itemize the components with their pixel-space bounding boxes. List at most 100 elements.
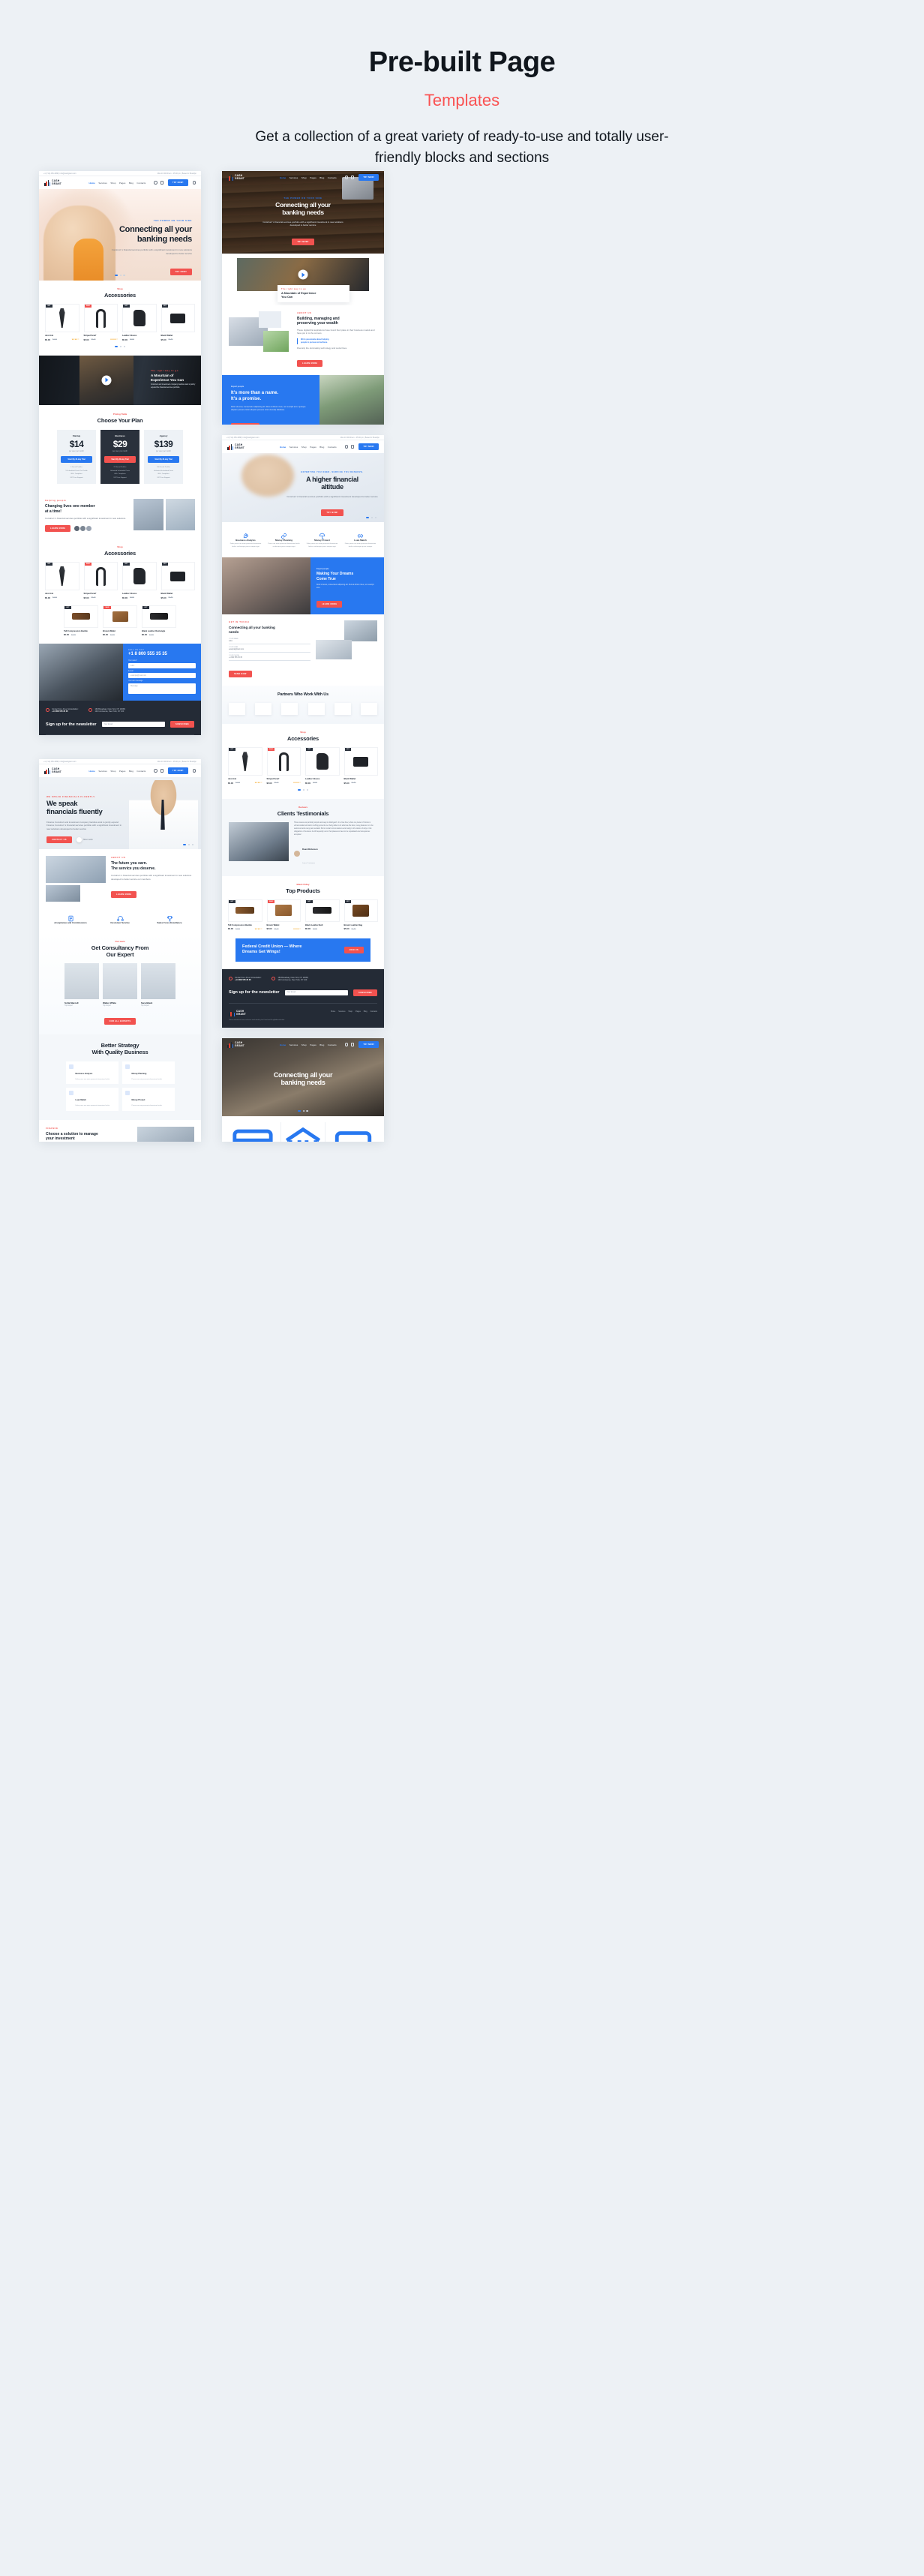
product-card[interactable]: HOT Black Leather Belt $5.00 $7.50	[305, 899, 340, 930]
nav-link-home[interactable]: Home	[89, 182, 95, 185]
brand-logo[interactable]: CASH GRANT	[227, 443, 244, 450]
strategy-tile[interactable]: Money Protect Purus non enim praesent el…	[122, 1088, 175, 1111]
name-input[interactable]: John	[229, 640, 310, 645]
product-card[interactable]: HOT Tall Compression Buckle $5.00 $7.00	[64, 605, 98, 636]
nav-link-shop[interactable]: Shop	[110, 182, 116, 185]
footer-logo[interactable]: CASH GRANT	[229, 1010, 289, 1016]
newsletter-subscribe-button[interactable]: SUBSCRIBE	[353, 989, 377, 996]
hero-cta-button[interactable]: TRY NOW!	[292, 238, 314, 245]
cart-icon[interactable]	[351, 176, 355, 179]
nav-links[interactable]: Home Services Shop Pages Blog Contacts	[280, 446, 337, 449]
team-member[interactable]: Sofia Marcell Top Expert	[64, 963, 99, 1007]
strategy-tile[interactable]: Money Planning Purus non enim praesent e…	[122, 1061, 175, 1085]
nav-icons[interactable]	[154, 181, 164, 185]
service-item[interactable]: Money Planning Purus non enim praesent e…	[267, 530, 302, 548]
feature-item[interactable]: Acceptance and Commissions	[53, 912, 88, 924]
footer-consult-phone[interactable]: +1 8 800 555 35 35	[235, 979, 251, 981]
quick-link-item[interactable]: Personal Loans	[332, 1122, 375, 1142]
footer-link-home[interactable]: Home	[331, 1010, 335, 1013]
nav-link-contacts[interactable]: Contacts	[328, 446, 337, 449]
footer-link-contacts[interactable]: Contacts	[370, 1010, 377, 1013]
nav-cta-button[interactable]: TRY NOW!	[358, 443, 379, 450]
nav-link-pages[interactable]: Pages	[310, 1043, 316, 1046]
product-card[interactable]: HOT Just Ask $5.00 $7.00 ★★★★☆	[228, 747, 262, 785]
message-textarea[interactable]: Message	[128, 683, 196, 694]
nav-link-pages[interactable]: Pages	[310, 176, 316, 179]
changing-cta-button[interactable]: LEARN MORE	[45, 525, 71, 533]
team-member[interactable]: Sara Black Top Expert	[141, 963, 176, 1007]
promise-cta-button[interactable]: DISCOVER NOW	[231, 422, 260, 425]
experts-cta-button[interactable]: OUR ALL EXPERTS	[104, 1018, 136, 1025]
nav-link-blog[interactable]: Blog	[129, 182, 134, 185]
product-card[interactable]: HOT Leather Gloves $5.00 $7.50	[122, 304, 157, 341]
site-nav[interactable]: CASH GRANT Home Services Shop Pages Blog …	[39, 764, 201, 777]
hero-slider-dots[interactable]	[366, 516, 376, 518]
shop-slider-dots[interactable]	[298, 788, 308, 791]
footer-link-blog[interactable]: Blog	[364, 1010, 368, 1013]
feature-item[interactable]: Customer Service	[103, 912, 137, 924]
nav-link-contacts[interactable]: Contacts	[136, 770, 146, 773]
nav-link-contacts[interactable]: Contacts	[328, 1043, 337, 1046]
plan-cta-button[interactable]: Start My 30-day Trial	[148, 455, 179, 463]
future-cta-button[interactable]: LEARN MORE	[111, 891, 137, 899]
product-card[interactable]: HOT Leather Gloves $5.00 $7.50	[305, 747, 340, 785]
footer-link-services[interactable]: Services	[338, 1010, 345, 1013]
template-card-home-3[interactable]: +1 (712) 456-1888 | info@cashgrant.com M…	[222, 435, 384, 1028]
site-nav[interactable]: CASH GRANT Home Services Shop Pages Blog …	[222, 440, 384, 453]
nav-link-home[interactable]: Home	[280, 1043, 286, 1046]
search-icon[interactable]	[344, 176, 349, 179]
dreams-cta-button[interactable]: LEARN MORE	[316, 600, 343, 608]
nav-link-home[interactable]: Home	[89, 770, 95, 773]
video-section[interactable]: The right way to go A Mountain of Experi…	[222, 254, 384, 305]
nav-link-blog[interactable]: Blog	[320, 446, 324, 449]
nav-cta-button[interactable]: TRY NOW!	[168, 767, 188, 774]
product-card[interactable]: HOT Just Ask $5.00 $7.00 ★★★★☆	[45, 304, 80, 341]
site-nav[interactable]: CASH GRANT Home Services Shop Pages Blog …	[39, 176, 201, 189]
search-icon[interactable]	[344, 445, 349, 449]
product-card[interactable]: HOT Just Ask $5.00 $7.00	[45, 562, 80, 599]
plan-cta-button[interactable]: Start My 30-day Trial	[104, 455, 136, 463]
nav-link-services[interactable]: Services	[98, 770, 107, 773]
cart-icon[interactable]	[160, 769, 164, 773]
cta-button[interactable]: JOIN US	[344, 946, 364, 953]
nav-icons[interactable]	[344, 445, 355, 449]
nav-cta-button[interactable]: TRY NOW!	[358, 1041, 379, 1048]
brand-logo[interactable]: CASH GRANT	[44, 767, 62, 774]
partner-logo[interactable]	[308, 703, 325, 716]
nav-link-contacts[interactable]: Contacts	[328, 176, 337, 179]
nav-cta-button[interactable]: TRY NOW!	[358, 174, 379, 181]
nav-links[interactable]: Home Services Shop Pages Blog Contacts	[89, 182, 146, 185]
hero-video-label[interactable]: How it work	[83, 839, 93, 841]
hero-slider-dots[interactable]	[183, 843, 194, 845]
newsletter-subscribe-button[interactable]: SUBSCRIBE	[170, 721, 194, 728]
hero-cta-button[interactable]: TRY NOW!	[170, 268, 192, 275]
nav-links[interactable]: Home Services Shop Pages Blog Contacts	[280, 176, 337, 179]
site-nav[interactable]: CASH GRANT Home Services Shop Pages Blog …	[222, 1038, 384, 1051]
pricing-plan-card[interactable]: Startup $14 per user, per month Start My…	[57, 429, 96, 485]
nav-link-contacts[interactable]: Contacts	[136, 182, 146, 185]
nav-link-home[interactable]: Home	[280, 446, 286, 449]
nav-link-shop[interactable]: Shop	[302, 446, 307, 449]
play-icon[interactable]	[76, 836, 82, 842]
nav-link-pages[interactable]: Pages	[119, 770, 126, 773]
nav-link-services[interactable]: Services	[290, 446, 298, 449]
template-card-home-2[interactable]: CASH GRANT Home Services Shop Pages Blog …	[222, 171, 384, 425]
nav-link-pages[interactable]: Pages	[310, 446, 316, 449]
newsletter-input[interactable]: Your Email	[284, 989, 349, 995]
theme-toggle-icon[interactable]	[192, 181, 196, 185]
nav-link-shop[interactable]: Shop	[110, 770, 116, 773]
nav-link-home[interactable]: Home	[280, 176, 286, 179]
product-card[interactable]: SALE Striped Scarf $5.00 $7.00 ★★★★☆	[83, 304, 118, 341]
shop-slider-dots[interactable]	[115, 345, 125, 347]
product-card[interactable]: HOT Brown Leather Bag $5.00 $7.50	[344, 899, 378, 930]
video-section[interactable]: The right way to go A Mountain of Experie…	[39, 355, 201, 405]
theme-toggle-icon[interactable]	[192, 769, 196, 773]
strategy-tile[interactable]: Loan Match Dolor purus non enim praesent…	[65, 1088, 118, 1111]
partner-logo[interactable]	[334, 703, 351, 716]
product-card[interactable]: HOT Black Wallet $5.00 $7.50	[344, 747, 378, 785]
strategy-tile[interactable]: Business Analysis Dolor purus non enim p…	[65, 1061, 118, 1085]
nav-icons[interactable]	[154, 769, 164, 773]
template-card-home-4[interactable]: +1 (712) 456-1888 | info@cashgrant.com M…	[39, 759, 201, 1142]
form-submit-button[interactable]: SEND NOW	[229, 671, 252, 678]
email-input[interactable]: example@mail.com	[128, 673, 196, 679]
